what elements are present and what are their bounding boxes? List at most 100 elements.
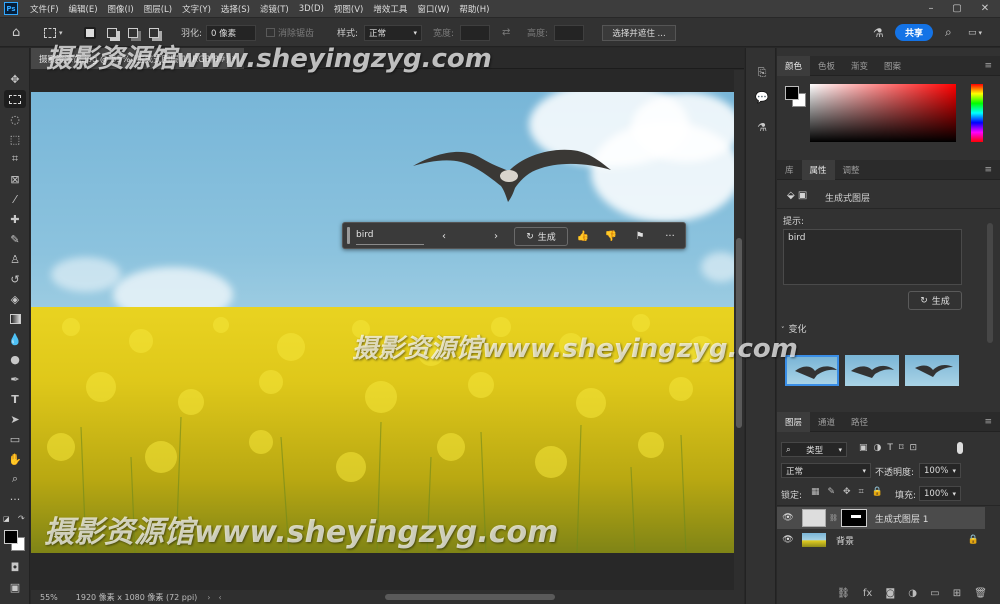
filter-toggle[interactable] xyxy=(957,442,963,454)
layers-menu-icon[interactable]: ≡ xyxy=(984,417,992,427)
menu-type[interactable]: 文字(Y) xyxy=(177,3,216,15)
tab-layers[interactable]: 图层 xyxy=(777,411,811,432)
blend-mode-select[interactable]: 正常 ▾ xyxy=(781,463,871,478)
taskbar-drag-handle[interactable] xyxy=(347,227,350,244)
delete-layer-icon[interactable]: 🗑 xyxy=(974,588,987,599)
default-colors-icon[interactable]: ◪ xyxy=(3,515,10,523)
properties-menu-icon[interactable]: ≡ xyxy=(984,165,992,175)
lock-options-icons[interactable]: ▦✎✥⌗🔒 xyxy=(811,487,891,497)
menu-view[interactable]: 视图(V) xyxy=(329,3,368,15)
add-mask-icon[interactable]: ◙ xyxy=(885,588,895,599)
report-flag-icon[interactable]: ⚑ xyxy=(632,223,648,250)
layer-filter-select[interactable]: ⌕ 类型 ▾ xyxy=(781,442,847,457)
discover-panel-icon[interactable]: ⚗ xyxy=(753,118,771,136)
tab-libraries[interactable]: 库 xyxy=(777,160,802,180)
menu-image[interactable]: 图像(I) xyxy=(103,3,139,15)
quick-mask-icon[interactable]: ◘ xyxy=(4,558,26,576)
fill-input[interactable]: 100% ▾ xyxy=(919,486,961,501)
zoom-tool-icon[interactable]: ⌕ xyxy=(4,470,26,488)
search-icon[interactable]: ⌕ xyxy=(945,18,952,47)
tab-paths[interactable]: 路径 xyxy=(843,412,876,432)
layer-filter-icons[interactable]: ▣◑T⌑⊡ xyxy=(859,443,923,453)
dodge-tool-icon[interactable]: ● xyxy=(4,350,26,368)
swap-icon[interactable]: ⇄ xyxy=(502,18,510,47)
status-arrow-icon[interactable]: › xyxy=(207,593,210,602)
menu-layer[interactable]: 图层(L) xyxy=(139,3,177,15)
tab-swatches[interactable]: 色板 xyxy=(810,56,843,76)
thumbs-down-icon[interactable]: 👎 xyxy=(603,223,619,250)
history-brush-tool-icon[interactable]: ↺ xyxy=(4,270,26,288)
color-picker-field[interactable] xyxy=(810,84,956,142)
minimize-icon[interactable]: – xyxy=(918,0,944,17)
brush-tool-icon[interactable]: ✎ xyxy=(4,230,26,248)
visibility-eye-icon[interactable]: 👁 xyxy=(777,535,799,545)
tab-gradients[interactable]: 渐变 xyxy=(843,56,876,76)
path-selection-tool-icon[interactable]: ➤ xyxy=(4,410,26,428)
tab-patterns[interactable]: 图案 xyxy=(876,56,909,76)
menu-select[interactable]: 选择(S) xyxy=(216,3,255,15)
close-icon[interactable]: ✕ xyxy=(972,0,998,17)
blur-tool-icon[interactable]: 💧 xyxy=(4,330,26,348)
move-tool-icon[interactable]: ✥ xyxy=(4,70,26,88)
prompt-textarea[interactable]: bird xyxy=(783,229,962,285)
link-layers-icon[interactable]: ⛓ xyxy=(837,588,850,599)
history-panel-icon[interactable]: ⎘ xyxy=(753,64,771,82)
object-selection-tool-icon[interactable]: ⬚ xyxy=(4,130,26,148)
clone-stamp-tool-icon[interactable]: ♙ xyxy=(4,250,26,268)
zoom-level[interactable]: 55% xyxy=(40,593,58,602)
next-variation-icon[interactable]: › xyxy=(487,223,505,250)
prompt-input[interactable]: bird xyxy=(356,227,424,245)
taskbar-generate-button[interactable]: ↻ 生成 xyxy=(514,227,568,246)
height-input[interactable] xyxy=(554,24,584,41)
previous-variation-icon[interactable]: ‹ xyxy=(435,223,453,250)
layer-row-background[interactable]: 👁 背景 🔒 xyxy=(777,529,985,551)
eraser-tool-icon[interactable]: ◈ xyxy=(4,290,26,308)
adjustment-layer-icon[interactable]: ◑ xyxy=(908,588,917,599)
healing-brush-tool-icon[interactable]: ✚ xyxy=(4,210,26,228)
crop-tool-icon[interactable]: ⌗ xyxy=(4,150,26,168)
swap-colors-icon[interactable]: ↷ xyxy=(18,514,25,523)
menu-file[interactable]: 文件(F) xyxy=(25,3,64,15)
document-image[interactable] xyxy=(31,92,734,553)
lasso-tool-icon[interactable]: ◌ xyxy=(4,110,26,128)
pen-tool-icon[interactable]: ✒ xyxy=(4,370,26,388)
scroll-left-icon[interactable]: ‹ xyxy=(219,593,222,602)
layer-row-generative[interactable]: 👁 ⛓ 生成式图层 1 xyxy=(777,507,985,529)
variation-thumbnail[interactable] xyxy=(905,355,959,386)
tab-adjustments[interactable]: 调整 xyxy=(835,160,868,180)
layer-style-icon[interactable]: fx xyxy=(863,588,872,599)
eyedropper-tool-icon[interactable]: ⁄ xyxy=(4,190,26,208)
variation-thumbnail[interactable] xyxy=(845,355,899,386)
tab-channels[interactable]: 通道 xyxy=(810,412,843,432)
properties-scrollbar[interactable] xyxy=(987,223,993,343)
gradient-tool-icon[interactable] xyxy=(4,310,26,328)
menu-edit[interactable]: 编辑(E) xyxy=(64,3,103,15)
link-icon[interactable]: ⛓ xyxy=(829,514,838,522)
panel-menu-icon[interactable]: ≡ xyxy=(984,61,992,71)
new-layer-icon[interactable]: ⊞ xyxy=(953,588,961,599)
hue-slider[interactable] xyxy=(971,84,983,142)
menu-help[interactable]: 帮助(H) xyxy=(454,3,494,15)
comments-panel-icon[interactable]: 💬 xyxy=(753,88,771,106)
properties-generate-button[interactable]: ↻ 生成 xyxy=(908,291,962,310)
more-tools-icon[interactable]: ··· xyxy=(4,490,26,508)
share-button[interactable]: 共享 xyxy=(895,24,934,41)
panel-foreground-color[interactable] xyxy=(785,86,799,100)
flask-icon[interactable]: ⚗ xyxy=(873,18,884,47)
workspace-icon[interactable]: ▭ ▾ xyxy=(968,18,982,47)
menu-window[interactable]: 窗口(W) xyxy=(412,3,454,15)
rectangle-tool-icon[interactable]: ▭ xyxy=(4,430,26,448)
select-and-mask-button[interactable]: 选择并遮住 ... xyxy=(602,24,676,41)
screen-mode-icon[interactable]: ▣ xyxy=(4,578,26,596)
frame-tool-icon[interactable]: ⊠ xyxy=(4,170,26,188)
maximize-icon[interactable]: ▢ xyxy=(944,0,970,17)
rectangular-marquee-tool-icon[interactable] xyxy=(4,90,26,108)
menu-3d[interactable]: 3D(D) xyxy=(294,4,329,14)
home-icon[interactable]: ⌂ xyxy=(12,18,20,47)
foreground-color-swatch[interactable] xyxy=(4,530,18,544)
visibility-eye-icon[interactable]: 👁 xyxy=(777,513,799,523)
hand-tool-icon[interactable]: ✋ xyxy=(4,450,26,468)
menu-filter[interactable]: 滤镜(T) xyxy=(255,3,294,15)
menu-plugins[interactable]: 增效工具 xyxy=(368,3,412,15)
tab-properties[interactable]: 属性 xyxy=(801,159,835,180)
